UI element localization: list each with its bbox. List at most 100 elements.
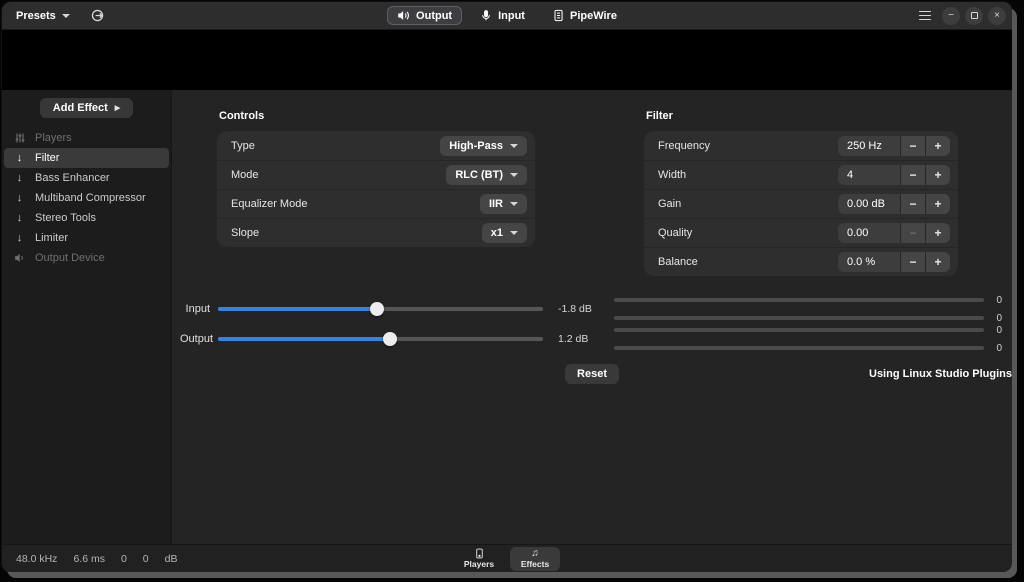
row-label: Width: [658, 169, 686, 181]
slider-thumb[interactable]: [383, 332, 397, 346]
row-label: Equalizer Mode: [231, 198, 307, 210]
width-spinbox: 4 − +: [838, 165, 950, 185]
output-gain-label: Output: [180, 333, 210, 345]
tab-output[interactable]: Output: [387, 6, 462, 25]
filter-row-quality: Quality 0.00 − +: [644, 218, 958, 247]
mode-dropdown[interactable]: RLC (BT): [446, 165, 527, 185]
output-gain-value: 1.2 dB: [558, 333, 602, 345]
sidebar-item-limiter[interactable]: ↓ Limiter: [4, 228, 169, 248]
decrement-button[interactable]: −: [901, 252, 925, 272]
device-tab-switcher: Output Input: [387, 2, 627, 29]
decrement-button[interactable]: −: [901, 136, 925, 156]
chevron-right-icon: ▶: [115, 104, 120, 112]
headerbar: Presets: [2, 2, 1012, 30]
maximize-icon: [971, 12, 978, 19]
presets-label: Presets: [16, 10, 56, 22]
global-bypass-button[interactable]: [88, 6, 107, 25]
gain-spinbox: 0.00 dB − +: [838, 194, 950, 214]
chevron-down-icon: [510, 231, 518, 235]
spin-value[interactable]: 250 Hz: [838, 136, 900, 156]
spin-value[interactable]: 4: [838, 165, 900, 185]
sidebar-item-label: Players: [35, 132, 72, 144]
filter-row-frequency: Frequency 250 Hz − +: [644, 131, 958, 160]
spin-value[interactable]: 0.00 dB: [838, 194, 900, 214]
meter-bar: [614, 346, 984, 350]
dropdown-value: x1: [491, 227, 503, 239]
plugin-arrow-icon: ↓: [13, 232, 26, 244]
filter-plugin-panel: Controls Type High-Pass Mode: [172, 90, 1012, 544]
tab-pipewire[interactable]: PipeWire: [543, 6, 627, 25]
spectrum-display: [2, 30, 1012, 90]
control-row-type: Type High-Pass: [217, 131, 535, 160]
sidebar-item-filter[interactable]: ↓ Filter: [4, 148, 169, 168]
add-effect-label: Add Effect: [53, 102, 108, 114]
sidebar-item-label: Multiband Compressor: [35, 192, 146, 204]
tab-players-label: Players: [464, 559, 494, 569]
sidebar-item-label: Stereo Tools: [35, 212, 96, 224]
music-note-icon: ♫: [531, 548, 539, 559]
slope-dropdown[interactable]: x1: [482, 223, 527, 243]
output-gain-row: Output 1.2 dB 0: [180, 324, 1002, 354]
filter-card: Frequency 250 Hz − + Width 4: [644, 131, 958, 276]
close-button[interactable]: ×: [988, 7, 1006, 25]
input-level-meters: 0 0: [614, 295, 1002, 324]
output-gain-slider[interactable]: [218, 332, 543, 346]
maximize-button[interactable]: [965, 7, 983, 25]
chevron-down-icon: [510, 144, 518, 148]
hamburger-icon: [919, 11, 931, 21]
increment-button[interactable]: +: [926, 165, 950, 185]
equalizer-mode-dropdown[interactable]: IIR: [480, 194, 527, 214]
controls-section-title: Controls: [219, 110, 535, 122]
dropdown-value: IIR: [489, 198, 503, 210]
increment-button[interactable]: +: [926, 252, 950, 272]
input-gain-value: -1.8 dB: [558, 303, 602, 315]
meter-bar: [614, 316, 984, 320]
level-right-value: 0: [143, 553, 149, 565]
chevron-down-icon: [62, 14, 70, 18]
control-row-slope: Slope x1: [217, 218, 535, 247]
increment-button[interactable]: +: [926, 194, 950, 214]
row-label: Gain: [658, 198, 681, 210]
spin-value[interactable]: 0.00: [838, 223, 900, 243]
row-label: Quality: [658, 227, 692, 239]
presets-menu-button[interactable]: Presets: [8, 7, 78, 25]
decrement-button[interactable]: −: [901, 194, 925, 214]
bypass-icon: [90, 8, 105, 23]
chevron-down-icon: [510, 202, 518, 206]
bottom-tab-switcher: Players ♫ Effects: [454, 547, 560, 571]
level-unit-label: dB: [165, 553, 178, 565]
dropdown-value: RLC (BT): [455, 169, 503, 181]
reset-button[interactable]: Reset: [565, 364, 619, 384]
tab-effects[interactable]: ♫ Effects: [510, 547, 560, 571]
increment-button[interactable]: +: [926, 136, 950, 156]
add-effect-button[interactable]: Add Effect ▶: [40, 98, 133, 118]
sidebar-item-output-device[interactable]: Output Device: [4, 248, 169, 268]
latency-value: 6.6 ms: [73, 553, 105, 565]
increment-button[interactable]: +: [926, 223, 950, 243]
plugin-credit-label: Using Linux Studio Plugins: [869, 368, 1012, 380]
filter-section-title: Filter: [646, 110, 958, 122]
sidebar-item-players[interactable]: Players: [4, 128, 169, 148]
sidebar-item-label: Bass Enhancer: [35, 172, 110, 184]
spin-value[interactable]: 0.0 %: [838, 252, 900, 272]
plugin-arrow-icon: ↓: [13, 152, 26, 164]
plugin-arrow-icon: ↓: [13, 212, 26, 224]
minimize-button[interactable]: −: [942, 7, 960, 25]
input-gain-label: Input: [180, 303, 210, 315]
meter-value: 0: [993, 295, 1002, 306]
type-dropdown[interactable]: High-Pass: [440, 136, 527, 156]
decrement-button[interactable]: −: [901, 165, 925, 185]
dropdown-value: High-Pass: [449, 140, 503, 152]
sidebar-item-stereo-tools[interactable]: ↓ Stereo Tools: [4, 208, 169, 228]
microphone-icon: [480, 9, 492, 22]
sidebar-item-multiband-compressor[interactable]: ↓ Multiband Compressor: [4, 188, 169, 208]
slider-thumb[interactable]: [370, 302, 384, 316]
row-label: Slope: [231, 227, 259, 239]
tab-players[interactable]: Players: [454, 547, 504, 571]
input-gain-slider[interactable]: [218, 302, 543, 316]
sidebar-item-bass-enhancer[interactable]: ↓ Bass Enhancer: [4, 168, 169, 188]
tab-input[interactable]: Input: [470, 6, 535, 25]
primary-menu-button[interactable]: [913, 7, 937, 25]
row-label: Mode: [231, 169, 259, 181]
decrement-button[interactable]: −: [901, 223, 925, 243]
